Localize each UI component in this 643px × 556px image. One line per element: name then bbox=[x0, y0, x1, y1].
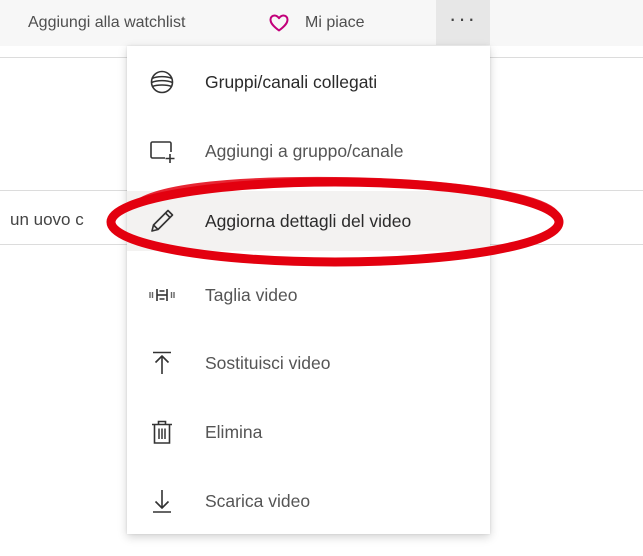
menu-item-label: Aggiorna dettagli del video bbox=[205, 210, 412, 231]
menu-item-download-video[interactable]: Scarica video bbox=[127, 471, 490, 531]
like-label: Mi piace bbox=[305, 14, 365, 31]
menu-item-label: Elimina bbox=[205, 421, 263, 442]
like-button[interactable]: Mi piace bbox=[269, 0, 365, 46]
menu-item-label: Taglia video bbox=[205, 284, 298, 305]
menu-item-update-video-details[interactable]: Aggiorna dettagli del video bbox=[127, 191, 490, 251]
trim-icon bbox=[148, 281, 176, 309]
menu-item-delete[interactable]: Elimina bbox=[127, 402, 490, 462]
menu-item-label: Gruppi/canali collegati bbox=[205, 71, 378, 92]
menu-item-replace-video[interactable]: Sostituisci video bbox=[127, 333, 490, 393]
video-page: Aggiungi alla watchlist Mi piace ··· un … bbox=[0, 0, 643, 556]
pencil-icon bbox=[148, 207, 176, 235]
menu-item-trim-video[interactable]: Taglia video bbox=[127, 265, 490, 325]
more-options-icon: ··· bbox=[449, 5, 477, 31]
partial-text: un uovo c bbox=[10, 210, 84, 229]
menu-item-add-to-group[interactable]: Aggiungi a gruppo/canale bbox=[127, 121, 490, 181]
add-to-group-icon bbox=[148, 137, 176, 165]
watchlist-label: Aggiungi alla watchlist bbox=[28, 14, 186, 31]
add-to-watchlist-button[interactable]: Aggiungi alla watchlist bbox=[28, 0, 185, 46]
menu-item-linked-groups[interactable]: Gruppi/canali collegati bbox=[127, 52, 490, 112]
menu-item-label: Scarica video bbox=[205, 490, 311, 511]
globe-icon bbox=[148, 68, 176, 96]
background-comment-text: un uovo c bbox=[10, 196, 84, 244]
heart-icon bbox=[269, 14, 289, 32]
more-options-menu: Gruppi/canali collegati Aggiungi a grupp… bbox=[127, 46, 490, 534]
trash-icon bbox=[148, 418, 176, 446]
download-icon bbox=[148, 487, 176, 515]
upload-icon bbox=[148, 349, 176, 377]
menu-item-label: Sostituisci video bbox=[205, 352, 331, 373]
menu-item-label: Aggiungi a gruppo/canale bbox=[205, 140, 404, 161]
more-options-button[interactable]: ··· bbox=[436, 0, 490, 45]
